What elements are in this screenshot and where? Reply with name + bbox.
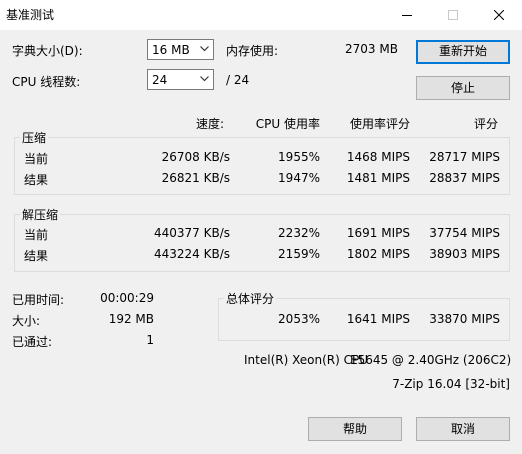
cpu-model: E5645 @ 2.40GHz (206C2) (350, 353, 512, 367)
decompress-current-usage-rating: 1691 MIPS (346, 226, 410, 240)
chevron-down-icon (200, 76, 209, 82)
decompress-current-label: 当前 (24, 228, 49, 242)
total-usage-rating: 1641 MIPS (346, 312, 410, 326)
chevron-down-icon (200, 46, 209, 52)
minimize-icon (402, 15, 412, 16)
compress-result-label: 结果 (24, 173, 49, 187)
compress-current-usage-rating: 1468 MIPS (346, 150, 410, 164)
decompress-result-label: 结果 (24, 249, 49, 263)
window-title: 基准测试 (6, 8, 55, 22)
compress-result-cpu: 1947% (278, 171, 320, 185)
threads-select[interactable]: 24 (147, 69, 214, 90)
compress-title: 压缩 (20, 129, 49, 146)
app-version: 7-Zip 16.04 [32-bit] (392, 377, 510, 391)
threads-label: CPU 线程数: (12, 75, 81, 89)
total-rating: 33870 MIPS (429, 312, 500, 326)
compress-group (14, 137, 510, 195)
memory-usage-label: 内存使用: (226, 44, 279, 58)
stop-button[interactable]: 停止 (416, 76, 510, 100)
total-rating-title: 总体评分 (224, 290, 277, 307)
compress-result-rating: 28837 MIPS (429, 171, 500, 185)
total-cpu: 2053% (278, 312, 320, 326)
col-usage-rating: 使用率评分 (349, 117, 410, 131)
passes-label: 已通过: (12, 335, 53, 349)
compress-current-speed: 26708 KB/s (161, 150, 230, 164)
col-rating: 评分 (473, 117, 498, 131)
memory-usage-value: 2703 MB (345, 42, 398, 56)
close-button[interactable] (476, 0, 522, 30)
maximize-icon (448, 10, 458, 20)
decompress-current-cpu: 2232% (278, 226, 320, 240)
restart-button[interactable]: 重新开始 (416, 40, 510, 64)
decompress-result-rating: 38903 MIPS (429, 247, 500, 261)
threads-total: / 24 (226, 73, 250, 87)
decompress-group (14, 214, 510, 272)
threads-value: 24 (152, 73, 168, 87)
compress-current-label: 当前 (24, 152, 49, 166)
decompress-result-usage-rating: 1802 MIPS (346, 247, 410, 261)
compress-current-rating: 28717 MIPS (429, 150, 500, 164)
close-icon (494, 10, 504, 20)
cancel-button[interactable]: 取消 (416, 417, 510, 441)
decompress-title: 解压缩 (20, 206, 61, 223)
dict-size-label: 字典大小(D): (12, 44, 83, 58)
compress-current-cpu: 1955% (278, 150, 320, 164)
maximize-button (430, 0, 476, 30)
dict-size-value: 16 MB (152, 43, 190, 57)
decompress-current-rating: 37754 MIPS (429, 226, 500, 240)
size-value: 192 MB (108, 312, 154, 326)
passes-value: 1 (146, 333, 154, 347)
col-cpu-usage: CPU 使用率 (255, 117, 320, 131)
size-label: 大小: (12, 314, 41, 328)
help-button[interactable]: 帮助 (308, 417, 402, 441)
dict-size-select[interactable]: 16 MB (147, 39, 214, 60)
decompress-result-cpu: 2159% (278, 247, 320, 261)
elapsed-label: 已用时间: (12, 293, 65, 307)
decompress-current-speed: 440377 KB/s (153, 226, 230, 240)
elapsed-value: 00:00:29 (100, 291, 154, 305)
col-speed: 速度: (195, 117, 224, 131)
compress-result-speed: 26821 KB/s (161, 171, 230, 185)
compress-result-usage-rating: 1481 MIPS (346, 171, 410, 185)
minimize-button[interactable] (384, 0, 430, 30)
decompress-result-speed: 443224 KB/s (153, 247, 230, 261)
